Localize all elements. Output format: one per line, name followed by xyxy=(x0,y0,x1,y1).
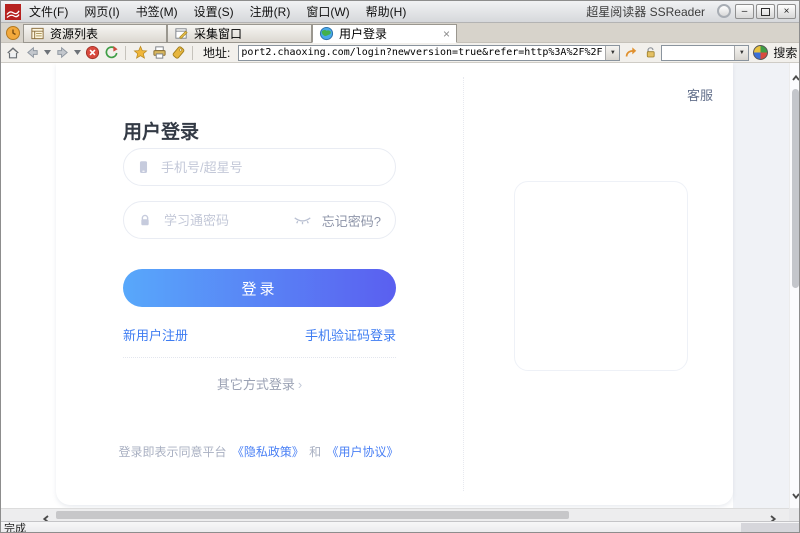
scroll-up-icon[interactable] xyxy=(791,69,800,87)
lock-icon xyxy=(138,213,152,227)
agreement-and: 和 xyxy=(309,445,321,459)
agreement-text: 登录即表示同意平台 《隐私政策》 和 《用户协议》 xyxy=(103,443,416,460)
forward-dropdown-icon[interactable] xyxy=(73,45,81,61)
tab-capture-window[interactable]: 采集窗口 xyxy=(167,24,312,43)
forward-button[interactable] xyxy=(54,45,70,61)
maximize-button[interactable] xyxy=(756,4,775,19)
user-agreement-link[interactable]: 《用户协议》 xyxy=(327,445,399,459)
horizontal-scrollbar-thumb[interactable] xyxy=(56,511,569,519)
search-button[interactable] xyxy=(752,45,768,61)
sms-login-link[interactable]: 手机验证码登录 xyxy=(305,325,396,344)
globe-icon xyxy=(319,26,334,41)
back-button[interactable] xyxy=(24,45,40,61)
search-globe-icon xyxy=(753,45,768,60)
minimize-button[interactable]: – xyxy=(735,4,754,19)
history-clock-icon[interactable] xyxy=(5,25,21,41)
menu-item-bookmarks[interactable]: 书签(M) xyxy=(136,3,178,20)
login-card: 客服 用户登录 xyxy=(56,63,733,505)
status-text: 完成 xyxy=(4,520,26,533)
chevron-right-icon: › xyxy=(298,377,302,392)
scrollbar-corner xyxy=(789,508,800,521)
toolbar-separator xyxy=(192,46,193,60)
menu-bar: 文件(F) 网页(I) 书签(M) 设置(S) 注册(R) 窗口(W) 帮助(H… xyxy=(29,3,406,20)
vertical-divider xyxy=(463,77,464,491)
window-title: 超星阅读器 SSReader xyxy=(586,3,705,20)
favorites-star-button[interactable] xyxy=(132,45,148,61)
phone-icon xyxy=(138,160,149,175)
maximize-icon xyxy=(761,8,770,16)
vertical-scrollbar[interactable] xyxy=(789,63,800,508)
scroll-down-icon[interactable] xyxy=(791,487,800,505)
status-bar: 完成 xyxy=(1,521,800,533)
dropdown-icon: ▼ xyxy=(739,50,745,56)
status-resize-area xyxy=(741,523,800,533)
go-button[interactable] xyxy=(623,45,639,61)
tab-close-icon[interactable]: × xyxy=(443,28,450,40)
search-input[interactable] xyxy=(662,47,734,58)
password-input[interactable] xyxy=(162,212,283,229)
login-links: 新用户注册 手机验证码登录 xyxy=(123,325,396,344)
home-button[interactable] xyxy=(5,45,21,61)
close-icon: × xyxy=(784,7,790,17)
refresh-button[interactable] xyxy=(103,45,119,61)
menu-item-settings[interactable]: 设置(S) xyxy=(194,3,234,20)
tag-button[interactable] xyxy=(170,45,186,61)
menu-item-webpage[interactable]: 网页(I) xyxy=(84,3,119,20)
toolbar-separator xyxy=(125,46,126,60)
password-visibility-eye-icon[interactable] xyxy=(293,215,312,226)
privacy-policy-link[interactable]: 《隐私政策》 xyxy=(232,445,304,459)
menu-item-help[interactable]: 帮助(H) xyxy=(366,3,407,20)
other-login-methods-link[interactable]: 其它方式登录› xyxy=(123,374,396,393)
customer-service-link[interactable]: 客服 xyxy=(687,85,713,104)
search-dropdown-button[interactable]: ▼ xyxy=(734,46,748,60)
minimize-icon: – xyxy=(742,7,748,17)
tab-label: 用户登录 xyxy=(339,25,387,42)
print-button[interactable] xyxy=(151,45,167,61)
login-button[interactable]: 登录 xyxy=(123,269,396,307)
menu-item-window[interactable]: 窗口(W) xyxy=(306,3,349,20)
close-button[interactable]: × xyxy=(777,4,796,19)
title-bar: 文件(F) 网页(I) 书签(M) 设置(S) 注册(R) 窗口(W) 帮助(H… xyxy=(1,1,799,23)
search-button-label[interactable]: 搜索 xyxy=(773,44,797,61)
login-form: 用户登录 忘记密码? 登录 xyxy=(123,117,396,477)
menu-item-file[interactable]: 文件(F) xyxy=(29,3,68,20)
window-controls: – × xyxy=(735,4,796,19)
menu-item-register[interactable]: 注册(R) xyxy=(250,3,291,20)
tab-bar: 资源列表 采集窗口 用户登录 × xyxy=(1,23,799,43)
other-login-label: 其它方式登录 xyxy=(217,377,295,392)
resource-list-icon xyxy=(30,26,45,41)
password-field: 忘记密码? xyxy=(123,201,396,239)
unlock-icon[interactable] xyxy=(642,45,658,61)
tab-user-login[interactable]: 用户登录 × xyxy=(312,24,457,43)
phone-field xyxy=(123,148,396,186)
vertical-scrollbar-thumb[interactable] xyxy=(792,89,799,288)
address-label: 地址: xyxy=(203,44,230,61)
address-dropdown-button[interactable]: ▼ xyxy=(605,46,619,60)
tab-label: 资源列表 xyxy=(50,25,98,42)
agreement-prefix: 登录即表示同意平台 xyxy=(118,445,226,459)
qr-panel-placeholder xyxy=(514,181,688,371)
phone-input[interactable] xyxy=(159,159,381,176)
register-link[interactable]: 新用户注册 xyxy=(123,325,188,344)
navigation-toolbar: 地址: ▼ ▼ 搜索 ▼ × xyxy=(1,43,799,63)
horizontal-scrollbar[interactable] xyxy=(1,508,789,521)
stop-button[interactable] xyxy=(84,45,100,61)
dotted-divider xyxy=(123,357,396,358)
capture-window-icon xyxy=(174,26,189,41)
forgot-password-link[interactable]: 忘记密码? xyxy=(322,211,381,230)
search-combobox: ▼ xyxy=(661,45,749,61)
app-logo-icon[interactable] xyxy=(5,4,21,20)
address-combobox: ▼ xyxy=(238,45,620,61)
login-title: 用户登录 xyxy=(123,117,199,144)
tab-label: 采集窗口 xyxy=(194,25,242,42)
page-background-strip xyxy=(733,63,789,508)
address-input[interactable] xyxy=(239,47,605,58)
dropdown-icon: ▼ xyxy=(610,50,616,56)
tab-resource-list[interactable]: 资源列表 xyxy=(23,24,167,43)
back-dropdown-icon[interactable] xyxy=(43,45,51,61)
tray-circle-button[interactable] xyxy=(717,4,731,18)
browser-viewport: 客服 用户登录 xyxy=(1,63,789,508)
app-window: 文件(F) 网页(I) 书签(M) 设置(S) 注册(R) 窗口(W) 帮助(H… xyxy=(0,0,800,533)
